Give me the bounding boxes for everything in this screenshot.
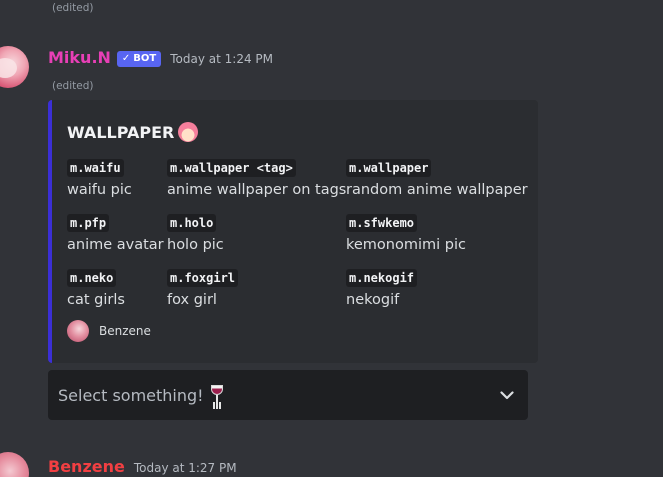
embed-field: m.nekogif nekogif <box>346 267 526 308</box>
footer-avatar-icon <box>67 320 89 342</box>
verified-check-icon: ✓ <box>121 53 131 64</box>
wine-glass-icon <box>210 385 224 405</box>
message-header: Miku.N ✓ BOT Today at 1:24 PM <box>48 48 273 69</box>
embed-field: m.holo holo pic <box>167 212 347 253</box>
field-value: anime wallpaper on tags <box>167 182 347 198</box>
username-benzene[interactable]: Benzene <box>48 457 125 476</box>
field-name: m.foxgirl <box>167 269 239 287</box>
next-message-header: Benzene Today at 1:27 PM <box>48 457 237 476</box>
field-value: random anime wallpaper <box>346 182 528 198</box>
select-menu[interactable]: Select something! <box>48 370 528 420</box>
embed-field: m.sfwkemo kemonomimi pic <box>346 212 526 253</box>
field-value: kemonomimi pic <box>346 237 466 253</box>
next-message-timestamp: Today at 1:27 PM <box>133 461 237 475</box>
field-value: nekogif <box>346 292 400 308</box>
embed-card: WALLPAPER m.waifu waifu pic m.wallpaper … <box>48 100 538 363</box>
field-name: m.nekogif <box>346 269 418 287</box>
bot-badge-label: BOT <box>133 53 157 64</box>
field-name: m.neko <box>67 269 117 287</box>
message-timestamp: Today at 1:24 PM <box>170 52 273 66</box>
embed-title: WALLPAPER <box>67 122 199 142</box>
field-name: m.wallpaper <tag> <box>167 159 296 177</box>
embed-field: m.foxgirl fox girl <box>167 267 347 308</box>
field-name: m.waifu <box>67 159 124 177</box>
message-edited-label: (edited) <box>52 80 94 92</box>
miku-avatar[interactable] <box>0 46 29 88</box>
anime-girl-emoji-icon <box>178 122 199 142</box>
footer-text: Benzene <box>99 324 151 338</box>
select-placeholder: Select something! <box>58 385 498 405</box>
username-miku[interactable]: Miku.N <box>48 48 111 67</box>
field-name: m.wallpaper <box>346 159 432 177</box>
benzene-avatar[interactable] <box>0 452 29 477</box>
select-placeholder-text: Select something! <box>58 385 204 405</box>
embed-footer: Benzene <box>67 320 151 342</box>
field-value: holo pic <box>167 237 224 253</box>
embed-field: m.wallpaper random anime wallpaper <box>346 157 528 198</box>
bot-badge: ✓ BOT <box>116 50 162 67</box>
embed-title-text: WALLPAPER <box>67 122 175 142</box>
field-name: m.pfp <box>67 214 110 232</box>
field-name: m.holo <box>167 214 217 232</box>
chat-view: (edited) Miku.N ✓ BOT Today at 1:24 PM (… <box>0 0 663 477</box>
chevron-down-icon[interactable] <box>498 386 516 404</box>
prev-message-edited-label: (edited) <box>52 2 94 14</box>
field-name: m.sfwkemo <box>346 214 418 232</box>
embed-field: m.wallpaper <tag> anime wallpaper on tag… <box>167 157 347 198</box>
field-value: fox girl <box>167 292 217 308</box>
